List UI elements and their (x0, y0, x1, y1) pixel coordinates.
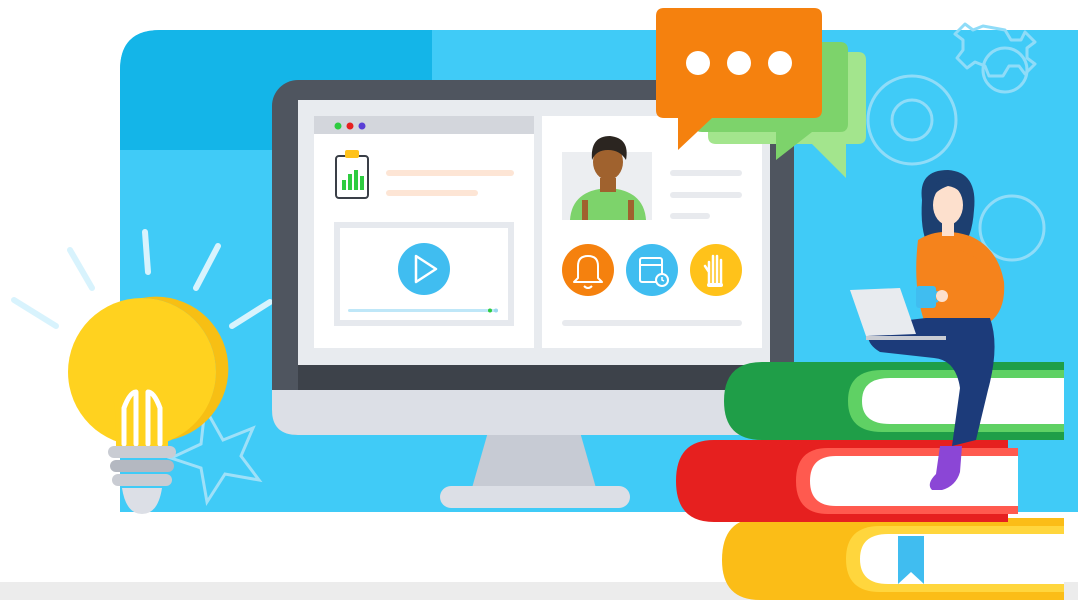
video-player[interactable] (334, 222, 514, 326)
raised-hand-icon[interactable] (690, 244, 742, 296)
window-dot-purple (358, 122, 366, 130)
text-placeholder-line (386, 190, 478, 196)
bell-icon[interactable] (562, 244, 614, 296)
window-dot-red (346, 122, 354, 130)
video-progress-bar[interactable] (348, 309, 498, 312)
chart-clipboard-icon (335, 150, 369, 199)
right-panel (542, 116, 762, 348)
calendar-icon[interactable] (626, 244, 678, 296)
play-icon[interactable] (398, 243, 450, 295)
window-dot-green (334, 122, 342, 130)
text-placeholder-line (670, 170, 742, 176)
text-placeholder-line (670, 213, 710, 219)
book-stack (676, 362, 1064, 600)
text-placeholder-line (386, 170, 514, 176)
left-panel (314, 116, 534, 348)
e-learning-illustration (0, 8, 1078, 600)
text-placeholder-line (562, 320, 742, 326)
illustration (0, 0, 1078, 600)
text-placeholder-line (670, 192, 742, 198)
